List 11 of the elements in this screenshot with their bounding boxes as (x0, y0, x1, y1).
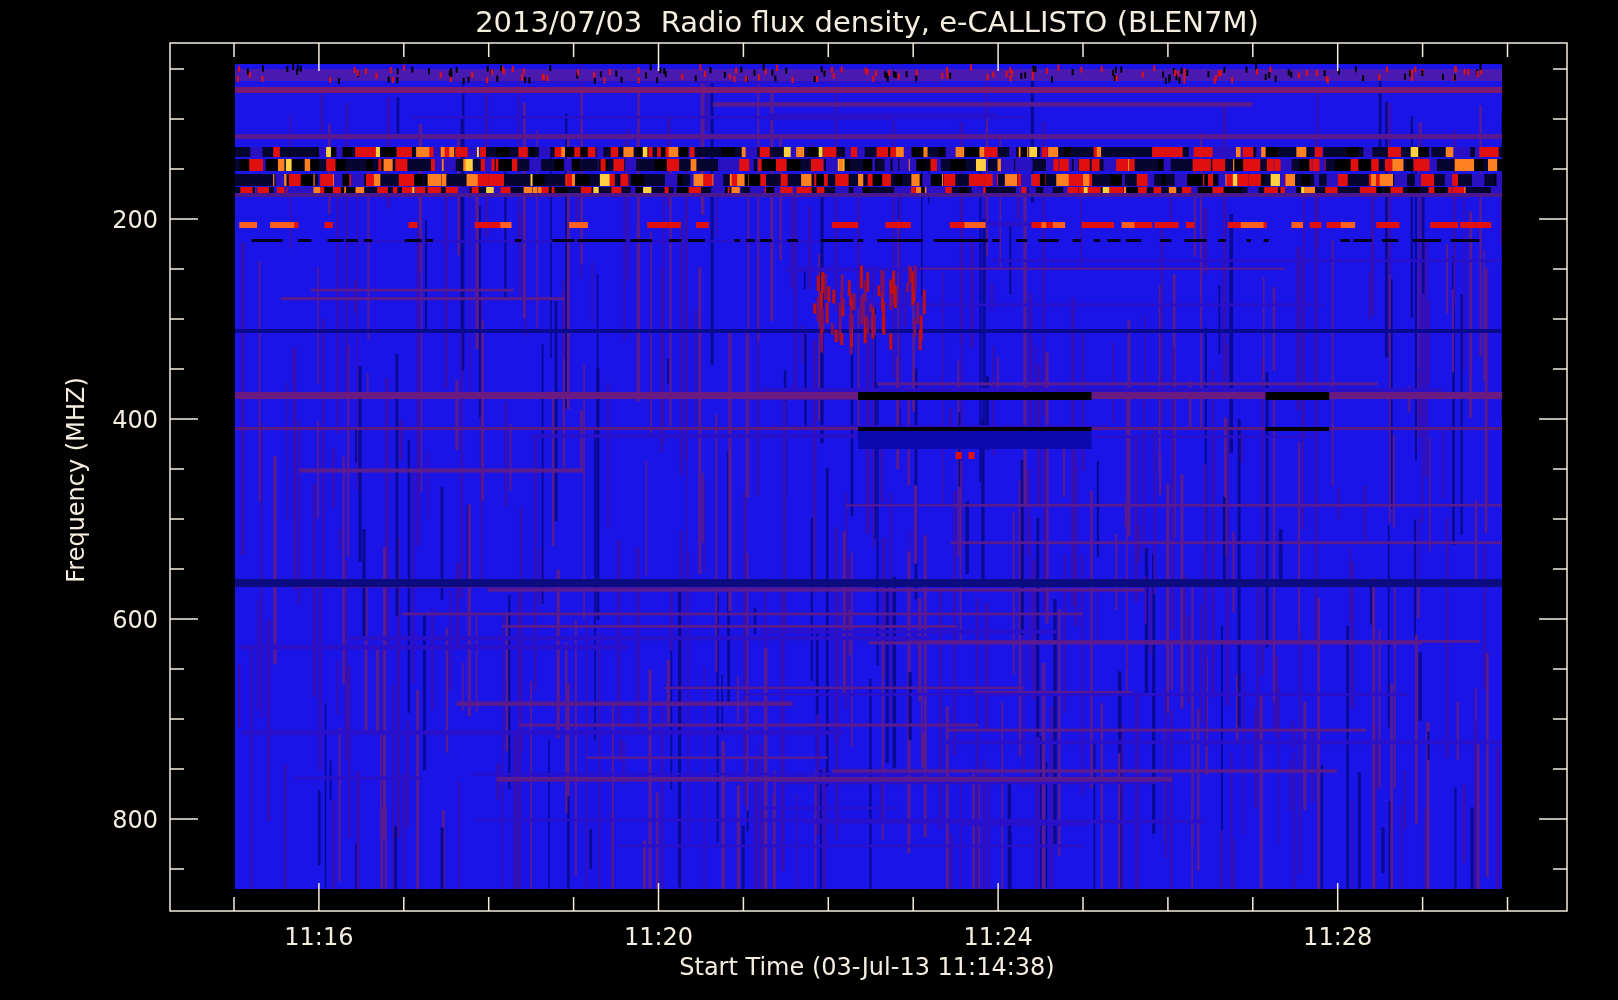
x-tick-label: 11:20 (623, 923, 694, 951)
x-axis-label: Start Time (03-Jul-13 11:14:38) (679, 953, 1055, 981)
x-tick-label: 11:28 (1303, 923, 1373, 951)
y-tick-label: 400 (112, 406, 158, 434)
y-tick-label: 200 (112, 206, 158, 234)
y-tick-label: 800 (112, 806, 158, 834)
y-tick-label: 600 (112, 606, 158, 634)
plot-title: 2013/07/03 Radio flux density, e-CALLISTO (BLEN7M) (475, 5, 1259, 39)
x-tick-label: 11:24 (963, 923, 1033, 951)
y-axis-label: Frequency (MHZ) (62, 377, 90, 583)
x-tick-label: 11:16 (284, 923, 354, 951)
